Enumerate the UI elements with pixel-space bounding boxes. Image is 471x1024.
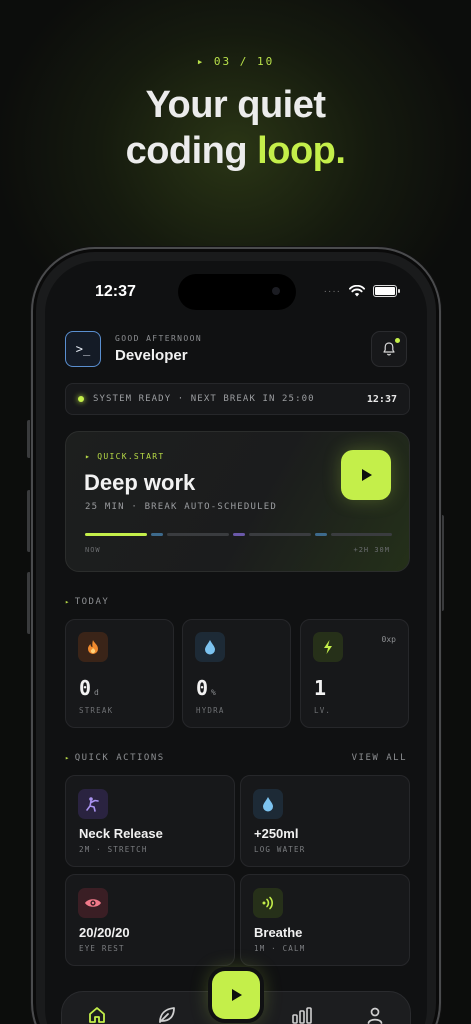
action-title: Breathe [254, 925, 303, 940]
stat-label: STREAK [79, 706, 114, 715]
xp-label: 0xp [381, 635, 396, 644]
action-title: 20/20/20 [79, 925, 130, 940]
profile-icon [367, 1007, 383, 1024]
water-drop-icon [195, 632, 225, 662]
headline-line-2: coding loop. [0, 128, 471, 174]
quick-start-subtitle: 25 MIN · BREAK AUTO-SCHEDULED [85, 502, 277, 512]
quick-start-title: Deep work [84, 470, 196, 495]
action-subtitle: LOG WATER [254, 845, 306, 854]
action-card-log-water[interactable]: +250ml LOG WATER [240, 775, 410, 867]
stretch-figure-icon [78, 789, 108, 819]
action-card-breathe[interactable]: Breathe 1M · CALM [240, 874, 410, 966]
water-drop-icon [253, 789, 283, 819]
headline-accent: loop. [257, 130, 346, 172]
phone-frame: 12:37 ···· >_ GOOD AFTERNOON Developer S [31, 247, 441, 1024]
home-icon [89, 1007, 105, 1023]
nav-home[interactable] [84, 1004, 110, 1024]
phone-screen: 12:37 ···· >_ GOOD AFTERNOON Developer S [45, 261, 427, 1024]
notification-dot [395, 338, 400, 343]
timeline-break-segment [315, 533, 327, 536]
today-section-label: ▸ TODAY [65, 597, 110, 607]
quick-start-card[interactable]: ▸ QUICK.START Deep work 25 MIN · BREAK A… [65, 431, 410, 572]
stats-bars-icon [292, 1007, 312, 1024]
system-status-bar: SYSTEM READY · NEXT BREAK IN 25:00 12:37 [65, 383, 410, 415]
session-timeline [85, 533, 392, 536]
system-status-text: SYSTEM READY · NEXT BREAK IN 25:00 [93, 394, 315, 404]
terminal-avatar-icon[interactable]: >_ [65, 331, 101, 367]
timeline-focus-segment [167, 533, 229, 536]
action-card-neck-release[interactable]: Neck Release 2M · STRETCH [65, 775, 235, 867]
eye-icon [78, 888, 108, 918]
greeting-label: GOOD AFTERNOON [115, 334, 203, 343]
action-card-eye-rest[interactable]: 20/20/20 EYE REST [65, 874, 235, 966]
user-name: Developer [115, 347, 188, 364]
status-time: 12:37 [95, 283, 136, 300]
timeline-focus-segment [249, 533, 311, 536]
step-indicator: ▸ 03 / 10 [196, 55, 275, 68]
play-icon [232, 989, 242, 1001]
promo-headline: Your quiet coding loop. [0, 82, 471, 174]
nav-play-button[interactable] [212, 971, 260, 1019]
notifications-button[interactable] [371, 331, 407, 367]
signal-icon: ···· [323, 285, 341, 297]
bolt-icon [313, 632, 343, 662]
stat-value: 0% [196, 676, 216, 700]
action-subtitle: EYE REST [79, 944, 125, 953]
play-icon [362, 469, 372, 481]
timeline-focus-segment [85, 533, 147, 536]
action-subtitle: 2M · STRETCH [79, 845, 148, 854]
status-icons: ···· [323, 285, 400, 297]
timeline-focus-segment [331, 533, 392, 536]
quick-start-label: ▸ QUICK.START [85, 452, 165, 461]
headline-prefix: coding [125, 130, 258, 172]
timeline-break-segment [151, 533, 163, 536]
stat-card-level[interactable]: 0xp 1 LV. [300, 619, 409, 728]
nav-wellness[interactable] [154, 1004, 180, 1024]
status-dot [78, 396, 84, 402]
quick-actions-section-label: ▸ QUICK ACTIONS [65, 753, 165, 763]
wifi-icon [349, 285, 365, 297]
camera-dot [272, 287, 280, 295]
nav-profile[interactable] [362, 1004, 388, 1024]
system-clock: 12:37 [366, 393, 397, 405]
view-all-link[interactable]: VIEW ALL [352, 753, 407, 763]
bell-icon [383, 342, 395, 356]
start-session-button[interactable] [341, 450, 391, 500]
nav-stats[interactable] [289, 1004, 315, 1024]
timeline-break-segment [233, 533, 245, 536]
leaf-icon [159, 1007, 175, 1023]
stat-value: 1 [314, 676, 327, 700]
headline-line-1: Your quiet [145, 84, 326, 126]
timeline-end-label: +2H 30M [353, 546, 390, 554]
action-subtitle: 1M · CALM [254, 944, 306, 953]
stat-label: HYDRA [196, 706, 225, 715]
stat-value: 0d [79, 676, 99, 700]
stat-label: LV. [314, 706, 332, 715]
stat-card-streak[interactable]: 0d STREAK [65, 619, 174, 728]
dynamic-island [178, 274, 296, 310]
timeline-start-label: NOW [85, 546, 101, 554]
action-title: +250ml [254, 826, 299, 841]
battery-icon [373, 285, 400, 297]
action-title: Neck Release [79, 826, 163, 841]
sound-waves-icon [253, 888, 283, 918]
flame-icon [78, 632, 108, 662]
stat-card-hydration[interactable]: 0% HYDRA [182, 619, 291, 728]
